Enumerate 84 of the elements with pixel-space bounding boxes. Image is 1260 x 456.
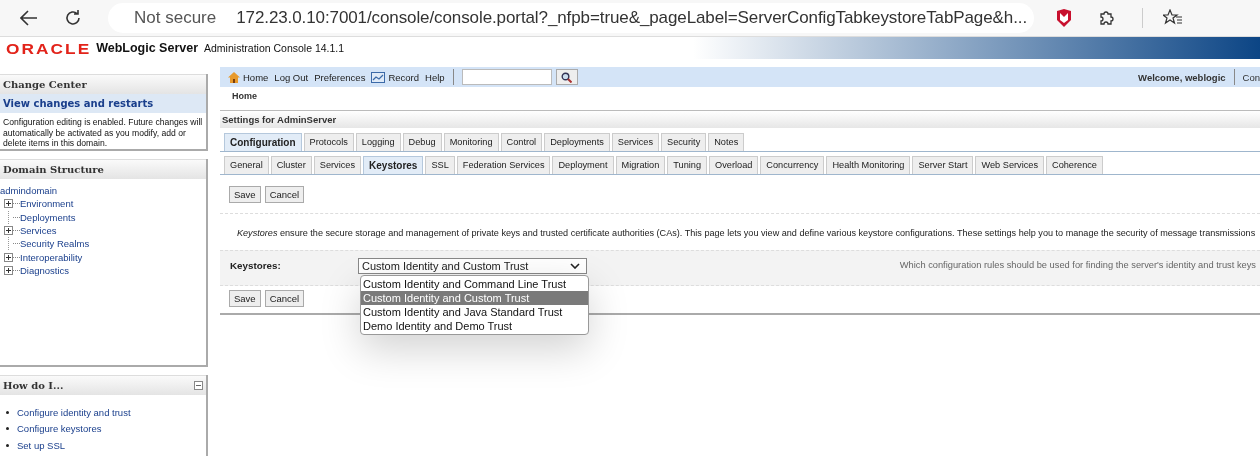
tab[interactable]: Coherence	[1046, 156, 1103, 174]
how-to-link[interactable]: Set up SSL	[17, 439, 66, 451]
form-button[interactable]: Cancel	[264, 290, 305, 307]
toolbar-link[interactable]: Preferences	[314, 71, 366, 83]
form-button[interactable]: Save	[229, 186, 261, 203]
panel-title: Change Center	[0, 74, 206, 94]
tab[interactable]: Federation Services	[456, 156, 551, 174]
reload-icon[interactable]	[64, 9, 82, 27]
search-field[interactable]	[461, 69, 552, 85]
tab[interactable]: Services	[313, 156, 362, 174]
bullet-icon	[6, 427, 9, 431]
product-name: WebLogic Server	[96, 41, 199, 55]
toolbar-link[interactable]: Record	[371, 71, 419, 83]
back-icon[interactable]	[20, 10, 38, 26]
tab[interactable]: Migration	[615, 156, 666, 174]
dropdown-option[interactable]: Custom Identity and Command Line Trust	[361, 277, 588, 291]
tree-item[interactable]: admindomain	[0, 185, 58, 197]
field-hint: Which configuration rules should be used for finding the server's identity and trust keys	[899, 259, 1257, 270]
bullet-icon	[6, 410, 9, 414]
dropdown-option[interactable]: Custom Identity and Java Standard Trust	[361, 305, 588, 319]
bullet-icon	[6, 443, 9, 447]
change-center-text: Configuration editing is enabled. Future changes will automatically be activated as you modify, add or delete items in this domain.	[2, 116, 204, 150]
connection-text: Con	[1242, 71, 1260, 83]
toolbar-link[interactable]: Log Out	[274, 71, 309, 83]
panel-title: How do I...	[3, 380, 64, 391]
panel-title: Domain Structure	[0, 159, 206, 179]
tab[interactable]: Logging	[355, 133, 401, 151]
home-icon	[228, 71, 240, 83]
tab[interactable]: Tuning	[667, 156, 708, 174]
search-icon	[561, 71, 573, 83]
how-to-link[interactable]: Configure identity and trust	[17, 406, 131, 418]
tree-item[interactable]: Diagnostics	[20, 264, 70, 276]
tab[interactable]: Monitoring	[443, 133, 499, 151]
tab[interactable]: Protocols	[303, 133, 354, 151]
address-bar[interactable]: Not secure 172.23.0.10:7001/console/console.portal?_nfpb=true&_pageLabel=ServerConfigTabkeystoreTabPage&h...	[108, 3, 1034, 33]
tab[interactable]: SSL	[425, 156, 455, 174]
tab[interactable]: Debug	[402, 133, 442, 151]
welcome-text: Welcome, weblogic	[1138, 71, 1226, 83]
chart-icon	[371, 71, 386, 83]
chevron-icon	[570, 263, 580, 269]
tree-item[interactable]: Environment	[20, 198, 74, 210]
tab[interactable]: Deployment	[552, 156, 614, 174]
tab[interactable]: Services	[611, 133, 660, 151]
tab[interactable]: Concurrency	[760, 156, 825, 174]
tab[interactable]: General	[224, 156, 269, 174]
keystores-dropdown[interactable]: Custom Identity and Custom Trust	[358, 258, 587, 274]
expand-icon[interactable]	[4, 226, 13, 236]
tab[interactable]: Web Services	[975, 156, 1044, 174]
url-text: 172.23.0.10:7001/console/console.portal?_nfpb=true&_pageLabel=ServerConfigTabkeystoreTabPage&h...	[236, 8, 1028, 28]
favorites-icon[interactable]	[1163, 9, 1183, 27]
search-button[interactable]	[555, 69, 578, 85]
security-label: Not secure	[134, 8, 217, 28]
form-button[interactable]: Cancel	[264, 186, 305, 203]
tab[interactable]: Server Start	[912, 156, 974, 174]
field-label: Keystores:	[230, 259, 282, 271]
collapse-icon[interactable]	[194, 381, 203, 390]
dropdown-option[interactable]: Demo Identity and Demo Trust	[361, 319, 588, 333]
expand-icon[interactable]	[4, 265, 13, 275]
tree-item[interactable]: Deployments	[20, 211, 76, 223]
tree-item[interactable]: Security Realms	[20, 238, 90, 250]
form-button[interactable]: Save	[229, 290, 261, 307]
expand-icon[interactable]	[4, 199, 13, 209]
console-subtitle: Administration Console 14.1.1	[204, 42, 345, 54]
expand-icon[interactable]	[4, 252, 13, 262]
tab[interactable]: Cluster	[270, 156, 312, 174]
tab[interactable]: Overload	[709, 156, 759, 174]
tab[interactable]: Deployments	[544, 133, 610, 151]
tab[interactable]: Control	[500, 133, 543, 151]
shield-icon[interactable]	[1056, 9, 1072, 27]
tab[interactable]: Configuration	[224, 133, 302, 151]
tab[interactable]: Security	[661, 133, 707, 151]
tab[interactable]: Health Monitoring	[826, 156, 911, 174]
tree-item[interactable]: Interoperability	[20, 251, 83, 263]
tree-item[interactable]: Services	[20, 225, 57, 237]
dropdown-option[interactable]: Custom Identity and Custom Trust	[361, 291, 588, 305]
settings-title: Settings for AdminServer	[220, 111, 1260, 128]
toolbar-link[interactable]: Home	[228, 71, 269, 83]
tab[interactable]: Keystores	[363, 156, 424, 174]
breadcrumb-link[interactable]: Home	[232, 91, 257, 101]
puzzle-icon[interactable]	[1098, 9, 1116, 27]
logo: ORACLE	[6, 39, 92, 57]
toolbar-link[interactable]: Help	[425, 71, 445, 83]
how-to-link[interactable]: Configure keystores	[17, 423, 102, 435]
tab[interactable]: Notes	[708, 133, 745, 151]
